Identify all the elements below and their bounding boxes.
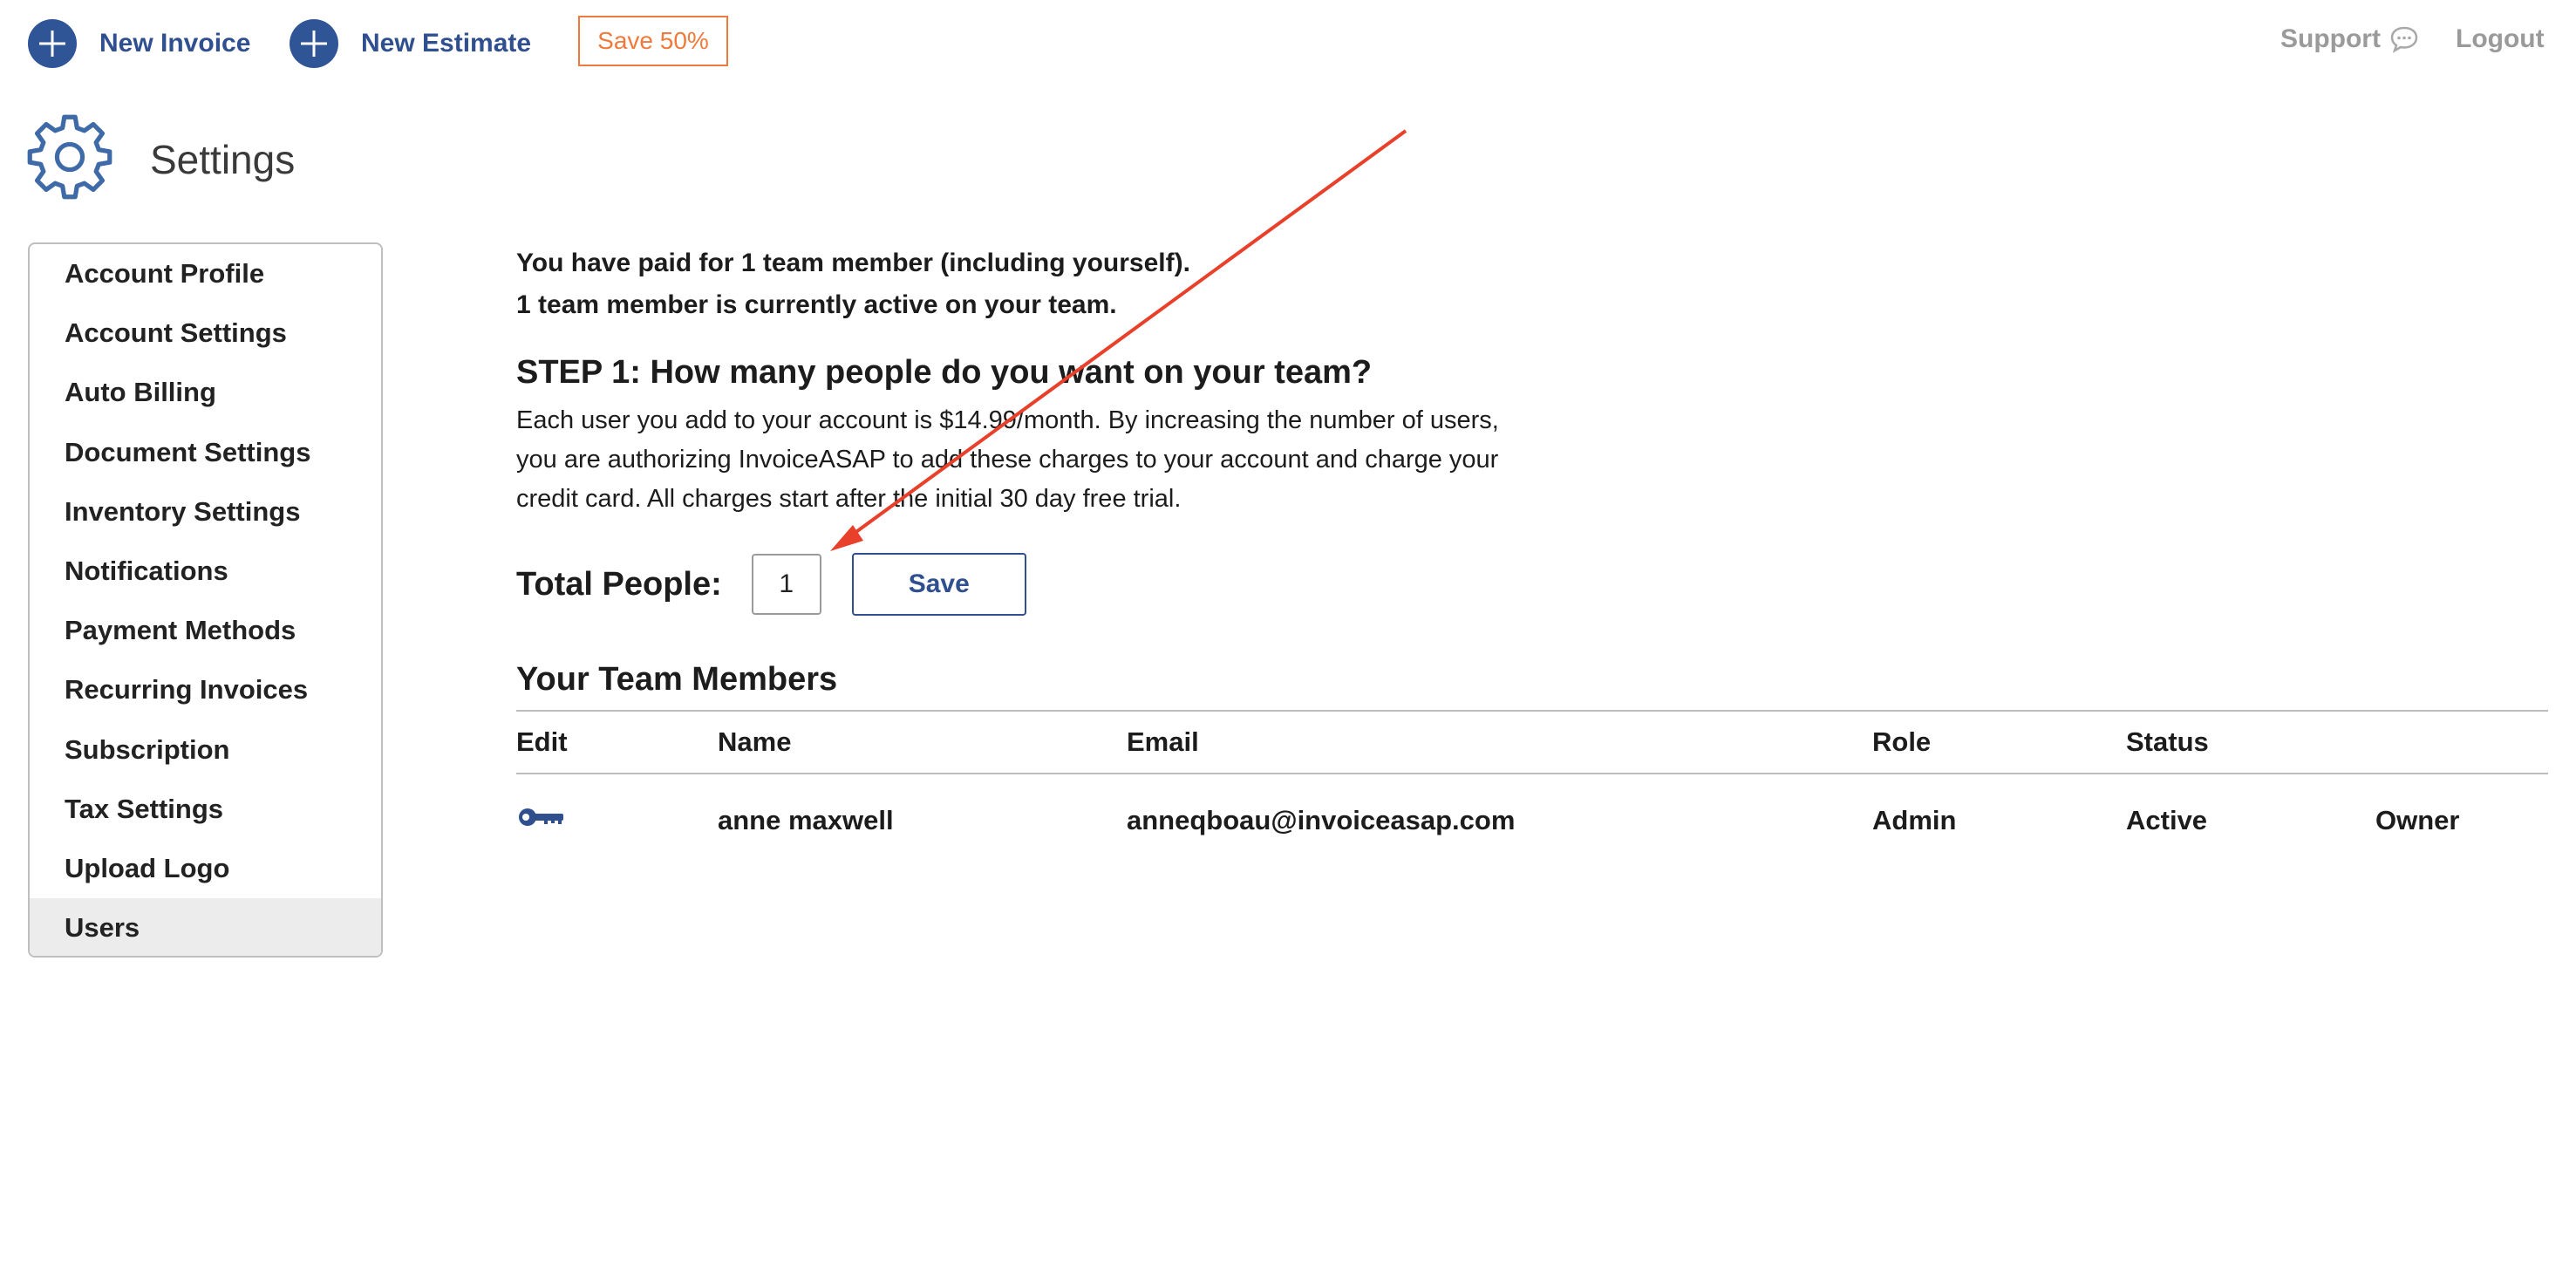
sidebar-item-document-settings[interactable]: Document Settings [30, 423, 381, 482]
total-people-label: Total People: [516, 565, 722, 603]
member-status: Active [2126, 805, 2208, 835]
sidebar-item-subscription[interactable]: Subscription [30, 720, 381, 780]
gear-icon [27, 114, 112, 200]
save-button[interactable]: Save [851, 553, 1026, 616]
sidebar-item-account-profile[interactable]: Account Profile [30, 244, 381, 303]
member-email: anneqboau@invoiceasap.com [1127, 805, 1516, 835]
team-members-table: Edit Name Email Role Status anne maxwell… [516, 710, 2548, 867]
page-title: Settings [150, 137, 296, 182]
plus-circle-icon [28, 19, 77, 68]
sidebar-item-users[interactable]: Users [30, 898, 381, 956]
column-header-status: Status [2126, 726, 2209, 757]
sidebar-item-recurring-invoices[interactable]: Recurring Invoices [30, 660, 381, 719]
column-header-name: Name [718, 726, 792, 757]
new-invoice-button[interactable]: New Invoice [28, 19, 250, 68]
new-estimate-button[interactable]: New Estimate [290, 19, 531, 68]
plus-circle-icon [290, 19, 338, 68]
sidebar-item-tax-settings[interactable]: Tax Settings [30, 780, 381, 839]
column-header-edit: Edit [516, 726, 568, 757]
support-link[interactable]: Support [2280, 24, 2419, 54]
key-icon[interactable] [516, 804, 565, 837]
table-header-row: Edit Name Email Role Status [516, 710, 2548, 774]
step-description: Each user you add to your account is $14… [516, 406, 1499, 513]
top-bar: New Invoice New Estimate Save 50% Suppor… [0, 0, 2576, 87]
sidebar-item-upload-logo[interactable]: Upload Logo [30, 839, 381, 898]
settings-sidebar: Account Profile Account Settings Auto Bi… [28, 242, 383, 958]
active-members-text: 1 team member is currently active on you… [516, 290, 1117, 319]
member-role: Admin [1872, 805, 1957, 835]
total-people-row: Total People: Save [516, 553, 1026, 616]
step-title: STEP 1: How many people do you want on y… [516, 354, 1373, 391]
sidebar-item-inventory-settings[interactable]: Inventory Settings [30, 482, 381, 542]
users-panel: You have paid for 1 team member (includi… [516, 242, 2548, 835]
support-label: Support [2280, 24, 2381, 53]
chat-bubble-icon [2390, 26, 2418, 53]
total-people-input[interactable] [751, 554, 821, 615]
paid-members-text: You have paid for 1 team member (includi… [516, 249, 1190, 277]
table-row: anne maxwell anneqboau@invoiceasap.com A… [516, 774, 2548, 867]
sidebar-item-payment-methods[interactable]: Payment Methods [30, 601, 381, 660]
sidebar-item-notifications[interactable]: Notifications [30, 542, 381, 601]
team-members-title: Your Team Members [516, 661, 838, 698]
column-header-role: Role [1872, 726, 1932, 757]
annotation-arrow [830, 129, 1407, 551]
column-header-email: Email [1127, 726, 1199, 757]
sidebar-item-account-settings[interactable]: Account Settings [30, 303, 381, 363]
new-estimate-label: New Estimate [361, 29, 532, 58]
new-invoice-label: New Invoice [99, 29, 251, 58]
member-owner-badge: Owner [2375, 805, 2460, 835]
logout-link[interactable]: Logout [2456, 24, 2545, 54]
save-50-promo-button[interactable]: Save 50% [578, 16, 728, 66]
sidebar-item-auto-billing[interactable]: Auto Billing [30, 363, 381, 422]
member-name: anne maxwell [718, 805, 894, 835]
